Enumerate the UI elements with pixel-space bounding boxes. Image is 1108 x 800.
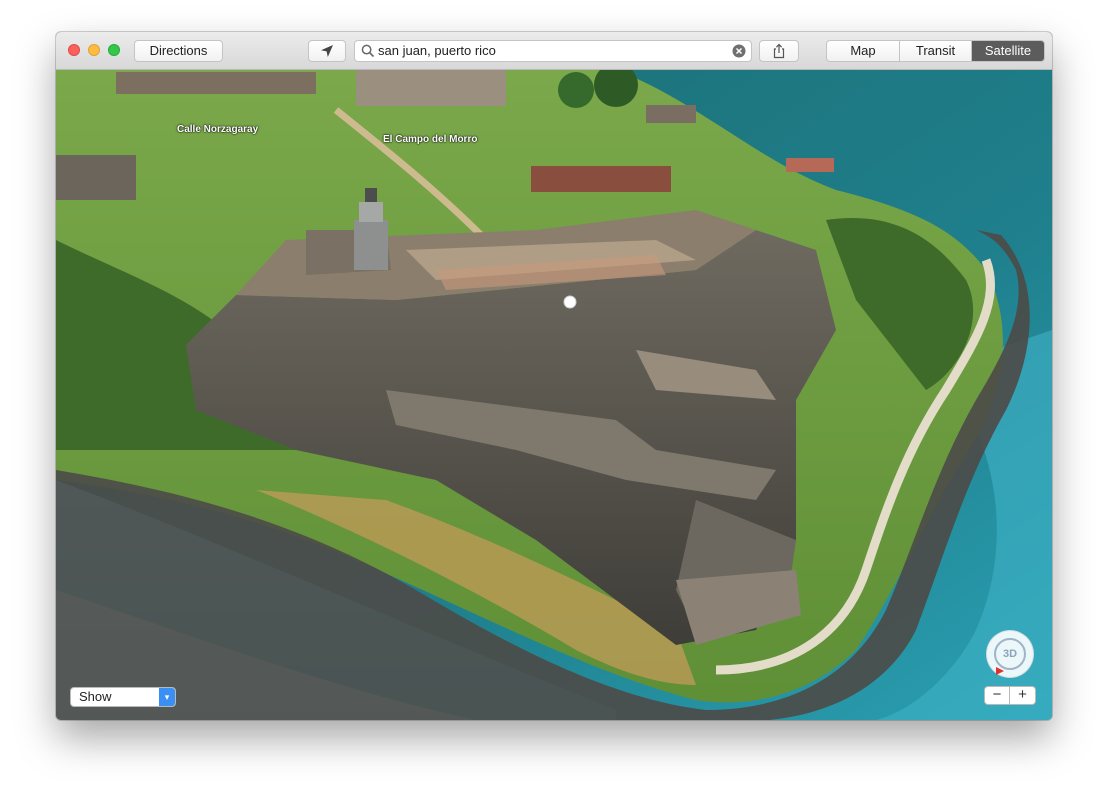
zoom-window-button[interactable] [108, 44, 120, 56]
place-label[interactable]: El Campo del Morro [383, 134, 477, 145]
compass-3d-label: 3D [994, 638, 1026, 670]
search-field[interactable]: san juan, puerto rico [354, 40, 752, 62]
share-icon [773, 43, 785, 59]
compass-3d-button[interactable]: 3D [986, 630, 1034, 678]
satellite-map-view[interactable]: Calle Norzagaray El Campo del Morro Show… [56, 70, 1052, 720]
north-indicator-icon [996, 667, 1004, 675]
maps-window: Directions san juan, puerto rico Map Tra… [56, 32, 1052, 720]
map-mode-segmented-control: Map Transit Satellite [826, 40, 1045, 62]
tab-map[interactable]: Map [827, 41, 900, 61]
current-location-button[interactable] [308, 40, 346, 62]
location-arrow-icon [321, 45, 333, 57]
search-input[interactable]: san juan, puerto rico [378, 41, 496, 61]
directions-button[interactable]: Directions [134, 40, 223, 62]
street-label: Calle Norzagaray [177, 124, 259, 135]
tab-satellite[interactable]: Satellite [972, 41, 1044, 61]
minimize-window-button[interactable] [88, 44, 100, 56]
zoom-in-button[interactable]: + [1010, 686, 1036, 705]
show-menu-label: Show [79, 689, 112, 704]
chevron-down-icon: ▾ [159, 688, 175, 706]
satellite-imagery [56, 70, 1052, 720]
clear-icon[interactable] [732, 44, 746, 58]
show-menu[interactable]: Show ▾ [70, 687, 176, 707]
zoom-out-button[interactable]: − [984, 686, 1010, 705]
toolbar: Directions san juan, puerto rico Map Tra… [56, 32, 1052, 70]
share-button[interactable] [759, 40, 799, 62]
close-window-button[interactable] [68, 44, 80, 56]
tab-transit[interactable]: Transit [900, 41, 972, 61]
search-icon [361, 44, 375, 58]
